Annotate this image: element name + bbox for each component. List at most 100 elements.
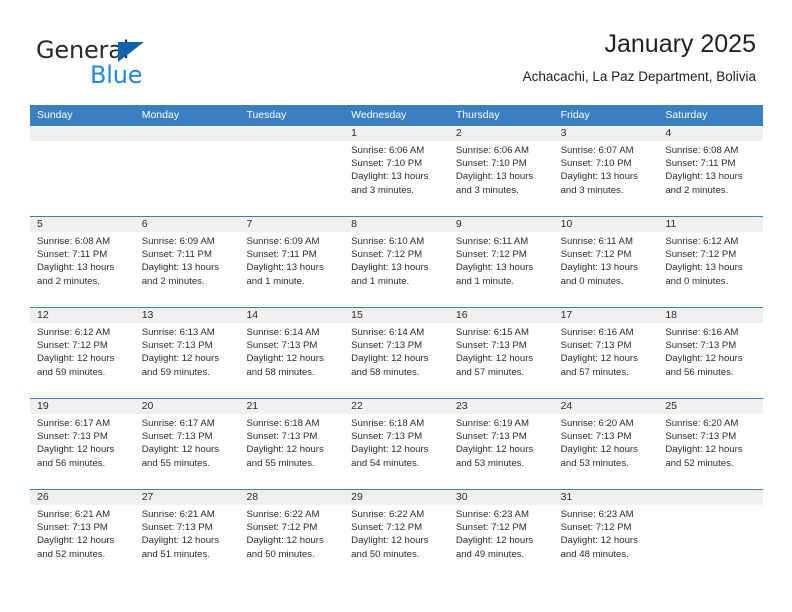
- sunrise-text: Sunrise: 6:22 AM: [246, 509, 320, 520]
- day-number: 21: [239, 399, 345, 414]
- day-details: Sunrise: 6:18 AM Sunset: 7:13 PM Daylight:…: [239, 414, 344, 470]
- day-cell-11[interactable]: 11 Sunrise: 6:12 AM Sunset: 7:12 PM Dayligh…: [658, 217, 764, 307]
- day-cell-21[interactable]: 21 Sunrise: 6:18 AM Sunset: 7:13 PM Dayligh…: [239, 399, 345, 489]
- sunset-text: Sunset: 7:12 PM: [351, 522, 423, 534]
- day-number: 16: [448, 308, 554, 323]
- day-number: 27: [134, 490, 240, 505]
- sunset-text: Sunset: 7:12 PM: [351, 249, 423, 261]
- sunset-text: Sunset: 7:12 PM: [560, 249, 632, 261]
- day-number: 23: [448, 399, 554, 414]
- day-cell-28[interactable]: 28 Sunrise: 6:22 AM Sunset: 7:12 PM Dayligh…: [239, 490, 345, 580]
- sunrise-text: Sunrise: 6:23 AM: [560, 509, 634, 520]
- day-number: 13: [134, 308, 240, 323]
- day-details: Sunrise: 6:22 AM Sunset: 7:12 PM Daylight:…: [344, 505, 449, 561]
- day-cell-1[interactable]: 1 Sunrise: 6:06 AM Sunset: 7:10 PM Daylight…: [344, 126, 449, 216]
- day-number: [134, 126, 240, 141]
- day-number: 22: [344, 399, 449, 414]
- day-cell-empty: [30, 126, 135, 216]
- sunset-text: Sunset: 7:13 PM: [351, 431, 423, 443]
- day-cell-3[interactable]: 3 Sunrise: 6:07 AM Sunset: 7:10 PM Daylight…: [553, 126, 659, 216]
- sunset-text: Sunset: 7:13 PM: [141, 522, 213, 534]
- day-number: 10: [553, 217, 659, 232]
- day-cell-16[interactable]: 16 Sunrise: 6:15 AM Sunset: 7:13 PM Dayligh…: [448, 308, 554, 398]
- day-details: Sunrise: 6:18 AM Sunset: 7:13 PM Daylight:…: [344, 414, 449, 470]
- daylight-text: Daylight: 13 hours and 0 minutes.: [560, 262, 638, 287]
- title-block: January 2025 Achacachi, La Paz Departmen…: [523, 28, 756, 87]
- day-number: 17: [553, 308, 659, 323]
- daylight-text: Daylight: 12 hours and 59 minutes.: [37, 353, 115, 378]
- day-details: Sunrise: 6:17 AM Sunset: 7:13 PM Daylight:…: [30, 414, 135, 470]
- sunrise-text: Sunrise: 6:12 AM: [37, 327, 111, 338]
- sunset-text: Sunset: 7:13 PM: [37, 522, 108, 534]
- day-number: 28: [239, 490, 345, 505]
- daylight-text: Daylight: 12 hours and 57 minutes.: [560, 353, 638, 378]
- day-details: Sunrise: 6:20 AM Sunset: 7:13 PM Daylight:…: [554, 414, 659, 470]
- sunrise-text: Sunrise: 6:19 AM: [455, 418, 529, 429]
- sunrise-text: Sunrise: 6:16 AM: [665, 327, 739, 338]
- sunset-text: Sunset: 7:13 PM: [665, 340, 737, 352]
- day-details: Sunrise: 6:09 AM Sunset: 7:11 PM Daylight:…: [239, 232, 344, 288]
- day-details: Sunrise: 6:11 AM Sunset: 7:12 PM Daylight:…: [449, 232, 554, 288]
- sunset-text: Sunset: 7:10 PM: [560, 158, 632, 170]
- daylight-text: Daylight: 12 hours and 55 minutes.: [141, 444, 220, 469]
- day-cell-empty: [134, 126, 240, 216]
- sunset-text: Sunset: 7:11 PM: [141, 249, 212, 261]
- calendar-weeks: 1 Sunrise: 6:06 AM Sunset: 7:10 PM Daylight…: [30, 126, 764, 580]
- sunrise-text: Sunrise: 6:10 AM: [351, 236, 425, 247]
- day-cell-4[interactable]: 4 Sunrise: 6:08 AM Sunset: 7:11 PM Daylight…: [658, 126, 764, 216]
- day-cell-6[interactable]: 6 Sunrise: 6:09 AM Sunset: 7:11 PM Daylight…: [134, 217, 240, 307]
- day-cell-8[interactable]: 8 Sunrise: 6:10 AM Sunset: 7:12 PM Daylight…: [344, 217, 449, 307]
- sunrise-text: Sunrise: 6:11 AM: [455, 236, 529, 247]
- day-cell-31[interactable]: 31 Sunrise: 6:23 AM Sunset: 7:12 PM Dayligh…: [553, 490, 659, 580]
- day-cell-5[interactable]: 5 Sunrise: 6:08 AM Sunset: 7:11 PM Daylight…: [30, 217, 135, 307]
- day-cell-9[interactable]: 9 Sunrise: 6:11 AM Sunset: 7:12 PM Daylight…: [448, 217, 554, 307]
- day-cell-19[interactable]: 19 Sunrise: 6:17 AM Sunset: 7:13 PM Dayligh…: [30, 399, 135, 489]
- sunset-text: Sunset: 7:10 PM: [455, 158, 527, 170]
- day-cell-15[interactable]: 15 Sunrise: 6:14 AM Sunset: 7:13 PM Dayligh…: [344, 308, 449, 398]
- day-cell-7[interactable]: 7 Sunrise: 6:09 AM Sunset: 7:11 PM Daylight…: [239, 217, 345, 307]
- day-cell-24[interactable]: 24 Sunrise: 6:20 AM Sunset: 7:13 PM Dayligh…: [553, 399, 659, 489]
- sunrise-text: Sunrise: 6:14 AM: [351, 327, 425, 338]
- sunrise-text: Sunrise: 6:18 AM: [351, 418, 425, 429]
- day-cell-26[interactable]: 26 Sunrise: 6:21 AM Sunset: 7:13 PM Dayligh…: [30, 490, 135, 580]
- sunrise-text: Sunrise: 6:20 AM: [665, 418, 739, 429]
- day-number: 7: [239, 217, 345, 232]
- day-cell-17[interactable]: 17 Sunrise: 6:16 AM Sunset: 7:13 PM Dayligh…: [553, 308, 659, 398]
- day-cell-25[interactable]: 25 Sunrise: 6:20 AM Sunset: 7:13 PM Dayligh…: [658, 399, 764, 489]
- day-cell-2[interactable]: 2 Sunrise: 6:06 AM Sunset: 7:10 PM Daylight…: [448, 126, 554, 216]
- day-cell-12[interactable]: 12 Sunrise: 6:12 AM Sunset: 7:12 PM Dayligh…: [30, 308, 135, 398]
- sunrise-text: Sunrise: 6:07 AM: [560, 145, 634, 156]
- day-cell-14[interactable]: 14 Sunrise: 6:14 AM Sunset: 7:13 PM Dayligh…: [239, 308, 345, 398]
- calendar-week-row: 12 Sunrise: 6:12 AM Sunset: 7:12 PM Dayligh…: [30, 307, 764, 398]
- day-details: Sunrise: 6:08 AM Sunset: 7:11 PM Daylight:…: [30, 232, 135, 288]
- day-cell-27[interactable]: 27 Sunrise: 6:21 AM Sunset: 7:13 PM Dayligh…: [134, 490, 240, 580]
- sunrise-text: Sunrise: 6:17 AM: [141, 418, 215, 429]
- sunset-text: Sunset: 7:13 PM: [141, 431, 213, 443]
- brand-triangle-icon: [118, 42, 144, 62]
- day-details: Sunrise: 6:13 AM Sunset: 7:13 PM Daylight:…: [135, 323, 240, 379]
- daylight-text: Daylight: 12 hours and 55 minutes.: [246, 444, 324, 469]
- day-number: 4: [658, 126, 764, 141]
- day-cell-29[interactable]: 29 Sunrise: 6:22 AM Sunset: 7:12 PM Dayligh…: [344, 490, 449, 580]
- day-details: Sunrise: 6:17 AM Sunset: 7:13 PM Daylight:…: [135, 414, 240, 470]
- day-number: 30: [448, 490, 554, 505]
- sunrise-text: Sunrise: 6:08 AM: [37, 236, 111, 247]
- sunset-text: Sunset: 7:13 PM: [560, 340, 632, 352]
- day-details: Sunrise: 6:09 AM Sunset: 7:11 PM Daylight:…: [135, 232, 240, 288]
- day-cell-13[interactable]: 13 Sunrise: 6:13 AM Sunset: 7:13 PM Dayligh…: [134, 308, 240, 398]
- daylight-text: Daylight: 13 hours and 2 minutes.: [665, 171, 743, 196]
- day-details: Sunrise: 6:15 AM Sunset: 7:13 PM Daylight:…: [449, 323, 554, 379]
- day-cell-18[interactable]: 18 Sunrise: 6:16 AM Sunset: 7:13 PM Dayligh…: [658, 308, 764, 398]
- day-cell-23[interactable]: 23 Sunrise: 6:19 AM Sunset: 7:13 PM Dayligh…: [448, 399, 554, 489]
- brand-logo[interactable]: General Blue: [36, 36, 266, 90]
- day-number: 24: [553, 399, 659, 414]
- daylight-text: Daylight: 12 hours and 56 minutes.: [665, 353, 743, 378]
- day-cell-10[interactable]: 10 Sunrise: 6:11 AM Sunset: 7:12 PM Dayligh…: [553, 217, 659, 307]
- day-cell-22[interactable]: 22 Sunrise: 6:18 AM Sunset: 7:13 PM Dayligh…: [344, 399, 449, 489]
- day-cell-20[interactable]: 20 Sunrise: 6:17 AM Sunset: 7:13 PM Dayligh…: [134, 399, 240, 489]
- page-subtitle: Achacachi, La Paz Department, Bolivia: [522, 69, 756, 84]
- weekday-header-friday: Friday: [560, 109, 590, 121]
- daylight-text: Daylight: 12 hours and 50 minutes.: [246, 535, 324, 560]
- daylight-text: Daylight: 12 hours and 58 minutes.: [351, 353, 429, 378]
- day-cell-30[interactable]: 30 Sunrise: 6:23 AM Sunset: 7:12 PM Dayligh…: [448, 490, 554, 580]
